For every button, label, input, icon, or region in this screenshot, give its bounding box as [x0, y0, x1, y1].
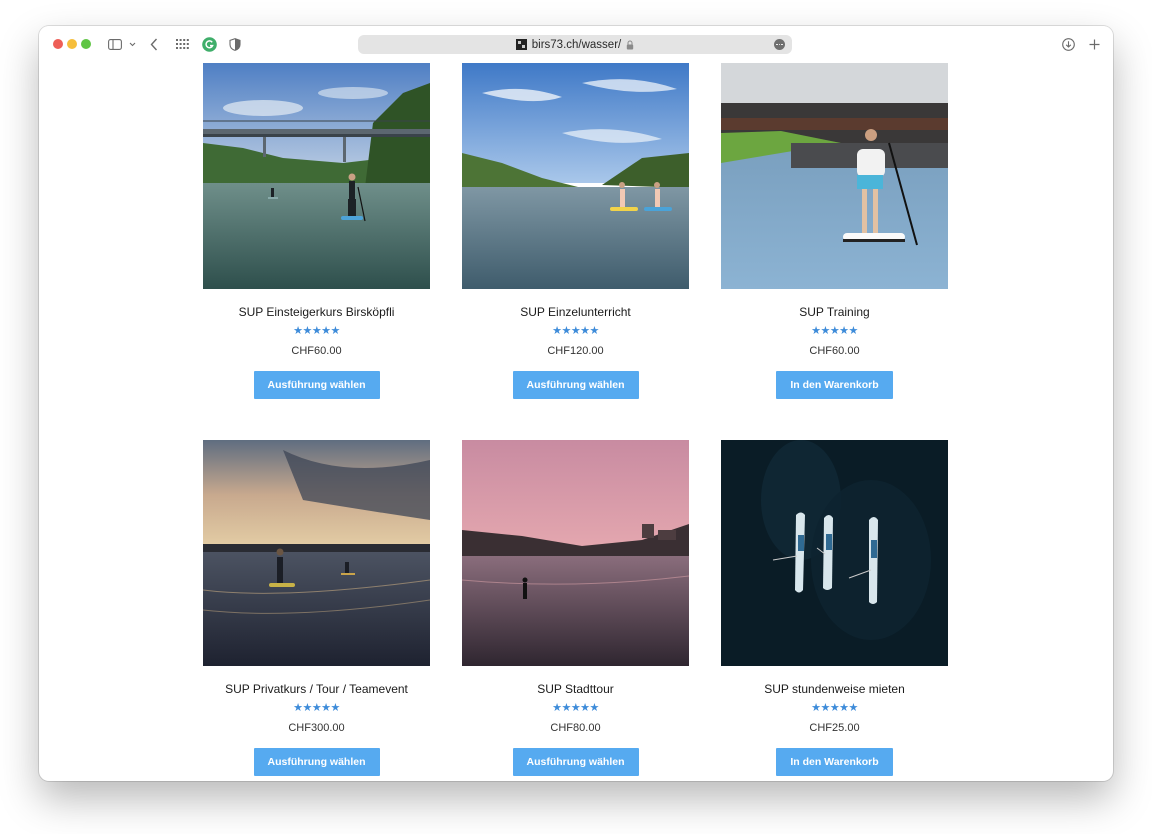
url-text: birs73.ch/wasser/: [531, 38, 622, 51]
product-image[interactable]: [462, 63, 689, 289]
product-card: SUP stundenweise mieten ★★★★★ CHF25.00 I…: [721, 440, 948, 776]
rating-stars: ★★★★★: [293, 702, 340, 714]
choose-option-button[interactable]: Ausführung wählen: [512, 748, 639, 776]
back-arrow-icon[interactable]: [148, 35, 160, 53]
rating-stars: ★★★★★: [552, 325, 599, 337]
product-title[interactable]: SUP Training: [721, 305, 948, 319]
minimize-window-button[interactable]: [67, 39, 77, 49]
close-window-button[interactable]: [53, 39, 63, 49]
lock-icon: [626, 40, 634, 50]
choose-option-button[interactable]: Ausführung wählen: [253, 371, 380, 399]
downloads-icon[interactable]: [1061, 35, 1075, 53]
chevron-down-icon[interactable]: [127, 35, 137, 53]
product-price: CHF80.00: [550, 722, 601, 734]
rating-stars: ★★★★★: [811, 702, 858, 714]
product-card: SUP Privatkurs / Tour / Teamevent ★★★★★ …: [203, 440, 430, 776]
sidebar-toggle-icon[interactable]: [107, 35, 123, 53]
add-to-cart-button[interactable]: In den Warenkorb: [776, 748, 893, 776]
product-price: CHF300.00: [288, 722, 345, 734]
tab-overview-icon[interactable]: [174, 35, 190, 53]
product-image[interactable]: [721, 63, 948, 289]
rating-stars: ★★★★★: [552, 702, 599, 714]
product-price: CHF60.00: [291, 345, 342, 357]
product-title[interactable]: SUP stundenweise mieten: [721, 682, 948, 696]
product-title[interactable]: SUP Einsteigerkurs Birsköpfli: [203, 305, 430, 319]
address-bar[interactable]: birs73.ch/wasser/: [358, 35, 792, 54]
choose-option-button[interactable]: Ausführung wählen: [253, 748, 380, 776]
product-image[interactable]: [721, 440, 948, 666]
product-title[interactable]: SUP Einzelunterricht: [462, 305, 689, 319]
new-tab-plus-icon[interactable]: [1087, 35, 1101, 53]
grammarly-extension-icon[interactable]: [201, 35, 217, 53]
add-to-cart-button[interactable]: In den Warenkorb: [776, 371, 893, 399]
product-card: SUP Stadttour ★★★★★ CHF80.00 Ausführung …: [462, 440, 689, 776]
product-card: SUP Einsteigerkurs Birsköpfli ★★★★★ CHF6…: [203, 63, 430, 399]
product-title[interactable]: SUP Privatkurs / Tour / Teamevent: [203, 682, 430, 696]
product-price: CHF25.00: [809, 722, 860, 734]
zoom-window-button[interactable]: [81, 39, 91, 49]
page-menu-icon[interactable]: [774, 39, 785, 50]
product-title[interactable]: SUP Stadttour: [462, 682, 689, 696]
choose-option-button[interactable]: Ausführung wählen: [512, 371, 639, 399]
browser-window: birs73.ch/wasser/ SUP Einsteigerkurs Bir…: [39, 26, 1113, 781]
browser-toolbar: birs73.ch/wasser/: [39, 26, 1113, 63]
product-card: SUP Training ★★★★★ CHF60.00 In den Waren…: [721, 63, 948, 399]
rating-stars: ★★★★★: [811, 325, 858, 337]
product-image[interactable]: [203, 63, 430, 289]
product-price: CHF120.00: [547, 345, 604, 357]
product-image[interactable]: [462, 440, 689, 666]
site-logo-icon: [515, 39, 527, 50]
product-card: SUP Einzelunterricht ★★★★★ CHF120.00 Aus…: [462, 63, 689, 399]
product-image[interactable]: [203, 440, 430, 666]
rating-stars: ★★★★★: [293, 325, 340, 337]
product-price: CHF60.00: [809, 345, 860, 357]
privacy-shield-icon[interactable]: [228, 35, 242, 53]
